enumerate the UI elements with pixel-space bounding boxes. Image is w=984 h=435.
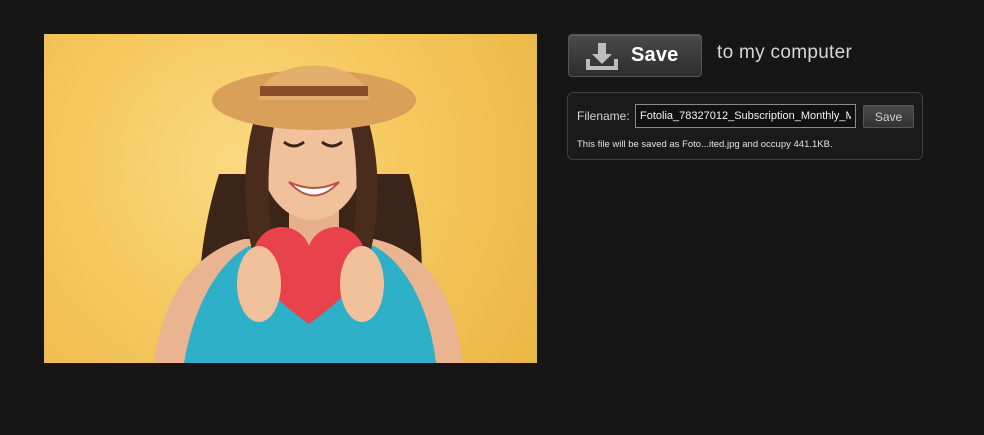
photo-illustration [154, 65, 462, 363]
image-preview [44, 34, 537, 363]
save-button[interactable]: Save [863, 105, 914, 128]
save-info-text: This file will be saved as Foto...ited.j… [577, 139, 833, 150]
download-icon [585, 41, 619, 71]
save-options-panel: Filename: Save This file will be saved a… [567, 92, 923, 160]
save-destination-text: to my computer [717, 42, 853, 63]
save-button-label: Save [631, 44, 679, 66]
filename-label: Filename: [577, 109, 630, 123]
filename-input[interactable] [635, 104, 856, 128]
save-to-computer-button[interactable]: Save [568, 34, 702, 77]
